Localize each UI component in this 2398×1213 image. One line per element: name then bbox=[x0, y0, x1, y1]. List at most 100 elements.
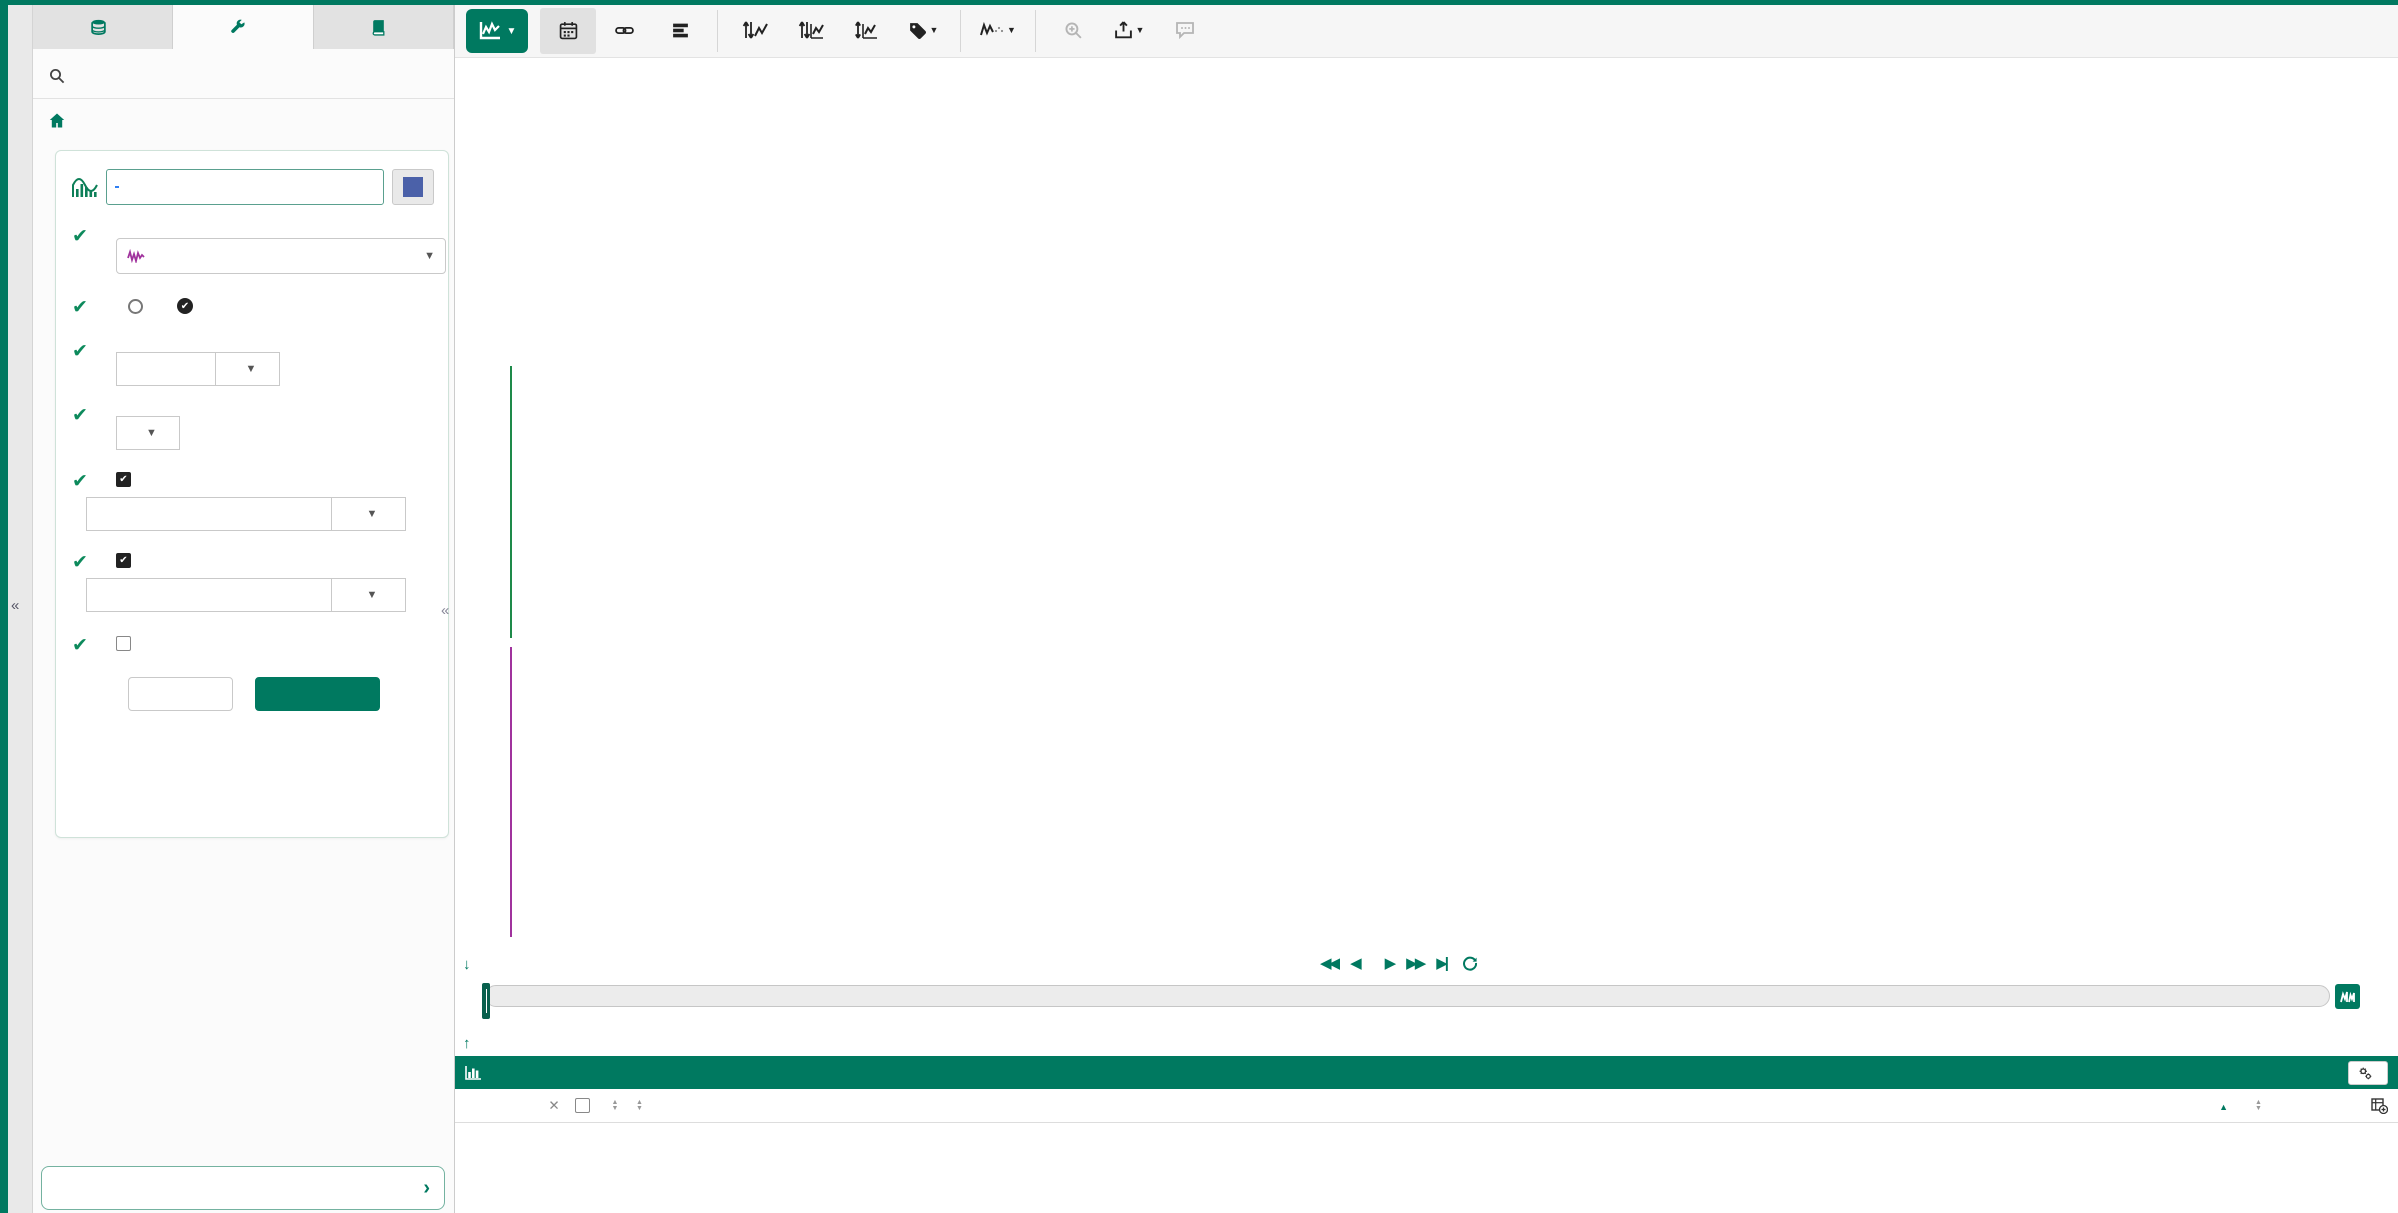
remove-below-checkbox[interactable]: ✔ bbox=[116, 553, 131, 568]
sampling-rate-input[interactable] bbox=[116, 352, 216, 386]
toolbar-button-spread[interactable] bbox=[839, 8, 895, 54]
arrow-down-icon: ↓ bbox=[463, 956, 471, 973]
book-icon bbox=[370, 19, 387, 36]
cancel-button[interactable] bbox=[128, 677, 233, 711]
high-pass-chart-canvas[interactable] bbox=[512, 647, 2390, 937]
view-selector-button[interactable]: ▼ bbox=[466, 9, 528, 53]
calendar-icon bbox=[559, 21, 578, 40]
remove-above-unit-select[interactable]: ▼ bbox=[332, 497, 406, 531]
derived-data-card[interactable]: › bbox=[41, 1166, 445, 1210]
fft-histogram-icon bbox=[72, 175, 98, 199]
step-back-half-icon[interactable]: ◀ bbox=[1350, 954, 1359, 972]
radio-checked-icon: ✔ bbox=[177, 298, 193, 314]
execute-button[interactable] bbox=[255, 677, 380, 711]
torque-chart-canvas[interactable] bbox=[512, 366, 2390, 638]
tool-name-row bbox=[72, 169, 434, 205]
toolbar-button-export[interactable]: ▼ bbox=[1101, 8, 1157, 54]
gutter-collapse-chevron-icon[interactable]: « bbox=[11, 597, 19, 614]
arrow-up-icon: ↑ bbox=[463, 1035, 471, 1052]
toolbar-button-calendar[interactable] bbox=[540, 8, 596, 54]
color-swatch bbox=[403, 177, 423, 197]
sort-icon[interactable]: ▲▼ bbox=[612, 1100, 619, 1112]
speech-bubble-icon bbox=[1175, 21, 1195, 39]
timeline-tick-labels bbox=[485, 1011, 2330, 1029]
remove-below-unit-select[interactable]: ▼ bbox=[332, 578, 406, 612]
remove-above-input[interactable] bbox=[86, 497, 332, 531]
chevron-down-icon: ▼ bbox=[424, 250, 435, 262]
filter-tools-input[interactable] bbox=[75, 67, 405, 84]
tab-journal[interactable] bbox=[314, 5, 454, 49]
step-back-full-icon[interactable]: ◀◀ bbox=[1320, 954, 1337, 972]
signal-select[interactable]: ▼ bbox=[116, 238, 446, 274]
check-icon: ✔ bbox=[72, 634, 88, 657]
toolbar-separator bbox=[717, 10, 718, 52]
toolbar-separator bbox=[960, 10, 961, 52]
refresh-icon[interactable] bbox=[1462, 955, 1478, 971]
remove-below-input[interactable] bbox=[86, 578, 332, 612]
database-icon bbox=[90, 19, 107, 36]
name-column-header[interactable]: ▲▼ bbox=[633, 1098, 2158, 1113]
toolbar-button-labels[interactable]: ▼ bbox=[895, 8, 951, 54]
home-icon[interactable] bbox=[49, 113, 65, 128]
investigate-range-row: ↑ bbox=[455, 1035, 2398, 1055]
torque-y-axis-labels bbox=[455, 366, 505, 638]
select-all-checkbox[interactable] bbox=[575, 1098, 590, 1113]
remove-above-checkbox[interactable]: ✔ bbox=[116, 472, 131, 487]
customize-button[interactable] bbox=[2348, 1061, 2388, 1085]
check-icon: ✔ bbox=[72, 470, 88, 493]
tool-name-value bbox=[115, 186, 119, 188]
available-outside-checkbox[interactable] bbox=[116, 636, 131, 651]
range-start: ↓ bbox=[463, 956, 487, 973]
trend-view-icon bbox=[478, 21, 502, 41]
high-pass-y-axis-labels bbox=[455, 647, 505, 937]
wrench-icon bbox=[230, 19, 247, 36]
tool-buttons-row bbox=[128, 677, 448, 711]
breadcrumb bbox=[33, 99, 454, 138]
toolbar-button-chain[interactable] bbox=[596, 8, 652, 54]
chevron-down-icon: ▼ bbox=[1136, 25, 1145, 35]
details-column-headers: ✕ ▲▼ ▲▼ ▲ ▲▼ bbox=[455, 1089, 2398, 1123]
chain-icon bbox=[615, 21, 634, 40]
tab-data[interactable] bbox=[33, 5, 173, 49]
frequency-radio[interactable]: ✔ bbox=[177, 298, 201, 314]
tab-tools[interactable] bbox=[173, 5, 313, 49]
timeline-bar[interactable] bbox=[485, 985, 2330, 1007]
check-icon: ✔ bbox=[72, 225, 88, 248]
toolbar-separator bbox=[1035, 10, 1036, 52]
tag-icon bbox=[908, 21, 927, 40]
step-forward-half-icon[interactable]: ▶ bbox=[1385, 954, 1394, 972]
chevron-down-icon: ▼ bbox=[930, 25, 939, 35]
color-swatch-button[interactable] bbox=[392, 169, 434, 205]
toolbar-button-dimming[interactable]: ▼ bbox=[970, 8, 1026, 54]
panel-collapse-chevron-icon[interactable]: « bbox=[441, 602, 449, 619]
step-forward-full-icon[interactable]: ▶▶ bbox=[1406, 954, 1423, 972]
toolbar-button-zoom bbox=[1045, 8, 1101, 54]
count-column-header[interactable]: ▲▼ bbox=[2228, 1098, 2343, 1113]
step-signal: ✔ ▼ bbox=[72, 211, 434, 274]
period-radio[interactable] bbox=[128, 299, 151, 314]
zoom-icon bbox=[1064, 21, 1083, 40]
toolbar-button-annotate bbox=[1157, 8, 1213, 54]
toolbar-button-one-lane[interactable] bbox=[727, 8, 783, 54]
remove-all-column-header[interactable]: ✕ bbox=[541, 1098, 567, 1114]
high-pass-chart-block bbox=[455, 645, 2398, 961]
step-to-end-icon[interactable]: ▶| bbox=[1436, 954, 1449, 972]
investigate-start: ↑ bbox=[463, 1035, 479, 1052]
tool-name-input[interactable] bbox=[106, 169, 384, 205]
bar-chart-icon bbox=[465, 1066, 481, 1080]
one-y-axis-icon bbox=[798, 20, 824, 40]
period-frequency-row: ✔ bbox=[128, 298, 434, 314]
sampling-unit-select[interactable]: ▼ bbox=[216, 352, 280, 386]
output-units-select[interactable]: ▼ bbox=[116, 416, 180, 450]
lane-column-header[interactable]: ▲ bbox=[2158, 1098, 2228, 1113]
filter-tools-row bbox=[33, 49, 454, 99]
auto-update-button[interactable] bbox=[2335, 984, 2360, 1009]
toolbar-button-capsule[interactable] bbox=[652, 8, 708, 54]
details-panel: ✕ ▲▼ ▲▼ ▲ ▲▼ bbox=[455, 1056, 2398, 1213]
toolbar-button-one-y-axis[interactable] bbox=[783, 8, 839, 54]
timeline bbox=[485, 983, 2360, 1009]
add-column-icon[interactable] bbox=[2371, 1098, 2388, 1114]
details-header bbox=[455, 1056, 2398, 1089]
sampling-input-group: ▼ bbox=[116, 352, 434, 386]
fft-chart-canvas[interactable] bbox=[461, 86, 2391, 310]
